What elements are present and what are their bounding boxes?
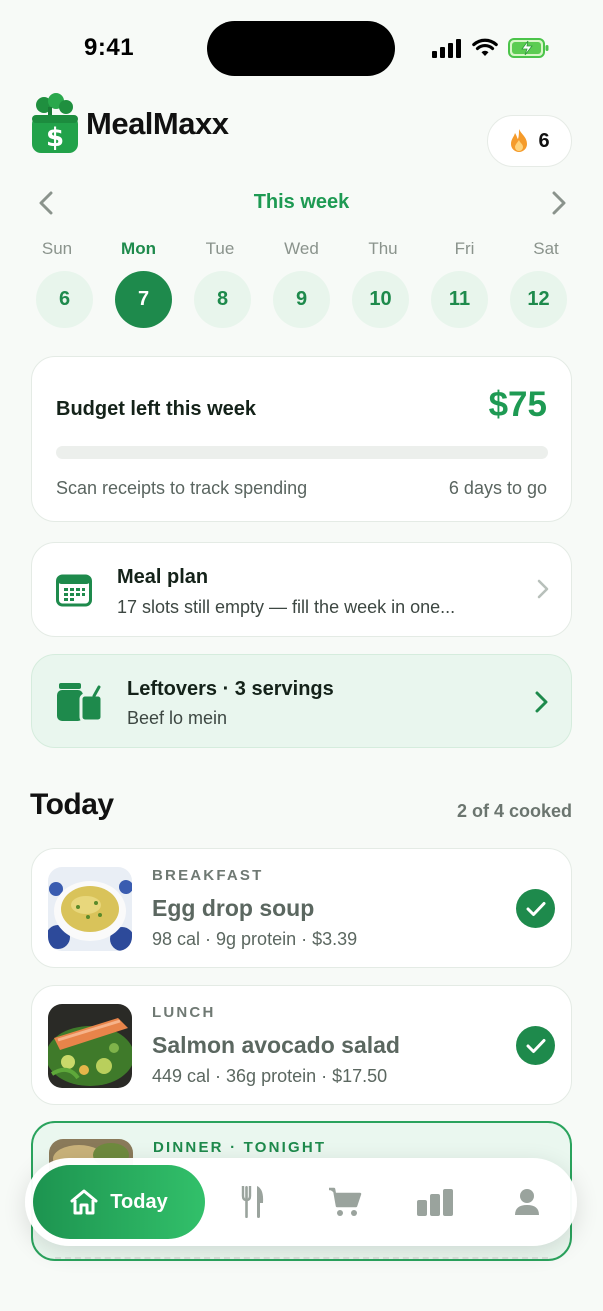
- meal-card-breakfast[interactable]: BREAKFAST Egg drop soup 98 cal · 9g prot…: [31, 848, 572, 968]
- divider: [55, 1257, 548, 1259]
- bar-chart-icon: [417, 1189, 453, 1216]
- tab-stats[interactable]: [415, 1182, 455, 1222]
- home-icon: [70, 1189, 98, 1215]
- day-button[interactable]: 10: [352, 271, 409, 328]
- day-button[interactable]: 8: [194, 271, 251, 328]
- budget-card[interactable]: Budget left this week $75 Scan receipts …: [31, 356, 572, 522]
- tab-recipes[interactable]: [233, 1182, 273, 1222]
- money-bag-icon: $: [32, 93, 78, 153]
- meal-name: Salmon avocado salad: [152, 1032, 400, 1058]
- svg-text:$: $: [46, 123, 64, 153]
- cooked-progress: 2 of 4 cooked: [456, 801, 572, 821]
- tab-today-label: Today: [110, 1190, 168, 1213]
- status-time: 9:41: [84, 34, 135, 61]
- day-button[interactable]: 9: [273, 271, 330, 328]
- weekday-label: Sun: [41, 239, 73, 258]
- status-bar: 9:41: [0, 0, 603, 98]
- budget-hint: Scan receipts to track spending: [56, 478, 308, 498]
- week-title: This week: [253, 191, 350, 213]
- tab-shopping[interactable]: [325, 1182, 365, 1222]
- chevron-right-icon: [535, 691, 548, 713]
- cooked-checkmark-button[interactable]: [516, 1026, 555, 1065]
- meal-nutrition: 98 cal · 9g protein · $3.39: [152, 929, 358, 949]
- cooked-checkmark-button[interactable]: [516, 889, 555, 928]
- budget-days-left: 6 days to go: [448, 478, 547, 498]
- checkmark-icon: [526, 901, 545, 916]
- fork-knife-icon: [241, 1186, 264, 1218]
- checkmark-icon: [526, 1038, 545, 1053]
- weekday-label: Thu: [368, 239, 398, 258]
- budget-progress-bar: [56, 446, 548, 459]
- chevron-right-icon: [537, 579, 549, 599]
- meal-plan-card[interactable]: Meal plan 17 slots still empty — fill th…: [31, 542, 572, 637]
- tab-bar: Today: [25, 1158, 577, 1246]
- meal-name: Egg drop soup: [152, 895, 315, 921]
- wifi-icon: [472, 38, 498, 56]
- meal-photo: [48, 1004, 132, 1088]
- chevron-right-icon: [552, 191, 566, 215]
- weekday-label: Tue: [205, 239, 235, 258]
- signal-icon: [432, 39, 461, 58]
- meal-plan-title: Meal plan: [117, 566, 209, 588]
- profile-icon: [515, 1189, 539, 1215]
- app-logo: $ MealMaxx: [30, 93, 229, 155]
- tab-today[interactable]: Today: [33, 1165, 205, 1239]
- weekday-label: Fri: [454, 239, 475, 258]
- section-title-today: Today: [30, 788, 114, 821]
- weekday-label: Sat: [533, 239, 559, 258]
- meal-type-label: DINNER · TONIGHT: [153, 1139, 327, 1156]
- leftovers-card[interactable]: Leftovers · 3 servings Beef lo mein: [31, 654, 572, 748]
- budget-title: Budget left this week: [56, 398, 257, 420]
- weekday-label: Wed: [284, 239, 319, 258]
- day-picker: 6 7 8 9 10 11 12: [36, 271, 567, 328]
- day-button-selected[interactable]: 7: [115, 271, 172, 328]
- app-title: MealMaxx: [86, 106, 229, 141]
- meal-card-lunch[interactable]: LUNCH Salmon avocado salad 449 cal · 36g…: [31, 985, 572, 1105]
- leftovers-title: Leftovers · 3 servings: [127, 678, 334, 700]
- leftovers-container-icon: [57, 683, 104, 723]
- battery-charging-icon: [508, 38, 549, 58]
- day-button[interactable]: 12: [510, 271, 567, 328]
- week-navigator: This week: [30, 183, 573, 223]
- meal-nutrition: 449 cal · 36g protein · $17.50: [152, 1066, 388, 1086]
- day-button[interactable]: 6: [36, 271, 93, 328]
- calendar-icon: [56, 574, 92, 607]
- next-week-button[interactable]: [545, 189, 573, 217]
- day-button[interactable]: 11: [431, 271, 488, 328]
- weekday-labels: Sun Mon Tue Wed Thu Fri Sat: [28, 239, 575, 259]
- streak-badge[interactable]: 6: [487, 115, 572, 167]
- tab-profile[interactable]: [507, 1182, 547, 1222]
- flame-icon: [511, 129, 528, 152]
- meal-plan-subtitle: 17 slots still empty — fill the week in …: [117, 597, 456, 617]
- cart-icon: [329, 1187, 362, 1216]
- meal-type-label: LUNCH: [152, 1004, 216, 1021]
- weekday-label: Mon: [121, 239, 156, 258]
- streak-count: 6: [538, 129, 550, 152]
- status-icons: [432, 37, 550, 59]
- meal-type-label: BREAKFAST: [152, 867, 264, 884]
- budget-amount: $75: [488, 385, 547, 424]
- meal-photo: [48, 867, 132, 951]
- dynamic-island: [207, 21, 395, 76]
- leftovers-subtitle: Beef lo mein: [127, 708, 228, 728]
